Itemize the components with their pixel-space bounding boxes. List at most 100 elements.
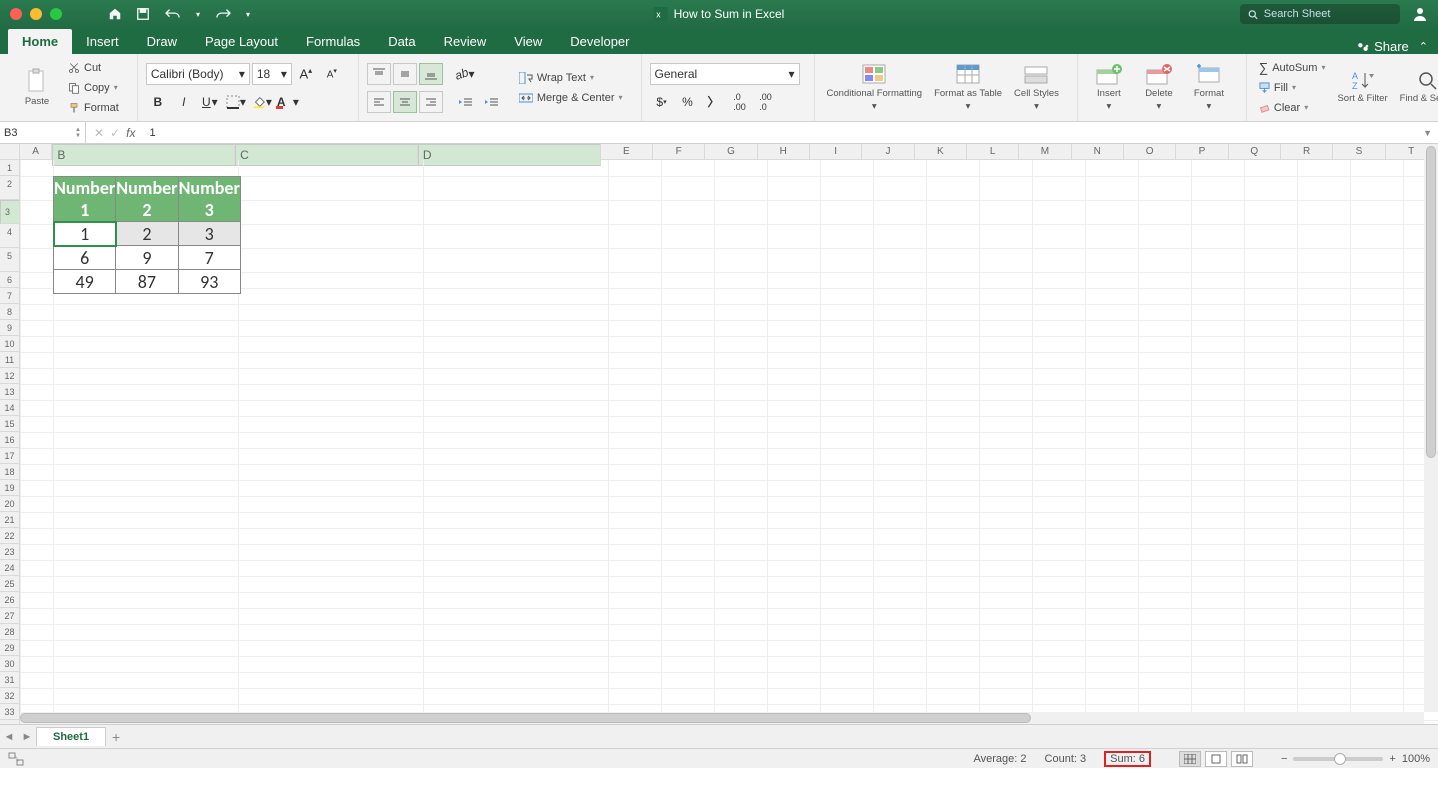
qat-customize-icon[interactable]: ▾	[246, 10, 250, 19]
zoom-in-button[interactable]: +	[1389, 753, 1395, 765]
column-header[interactable]: R	[1281, 144, 1333, 159]
data-cell[interactable]: 49	[54, 270, 116, 294]
row-header[interactable]: 10	[0, 336, 20, 352]
decrease-decimal-button[interactable]: .00.0	[754, 91, 778, 113]
zoom-window-icon[interactable]	[50, 8, 62, 20]
font-color-button[interactable]: A▾	[276, 91, 300, 113]
row-header[interactable]: 2	[0, 176, 20, 200]
table-header-cell[interactable]: Number 3	[178, 177, 240, 222]
column-header[interactable]: M	[1019, 144, 1071, 159]
row-header[interactable]: 31	[0, 672, 20, 688]
column-header[interactable]: L	[967, 144, 1019, 159]
data-cell[interactable]: 2	[116, 222, 178, 246]
data-cell[interactable]: 6	[54, 246, 116, 270]
font-size-select[interactable]: 18▾	[252, 63, 292, 85]
font-name-select[interactable]: Calibri (Body)▾	[146, 63, 250, 85]
column-header[interactable]: O	[1124, 144, 1176, 159]
format-painter-button[interactable]: Format	[64, 99, 123, 117]
cut-button[interactable]: Cut	[64, 59, 123, 77]
row-header[interactable]: 29	[0, 640, 20, 656]
clear-button[interactable]: Clear▾	[1255, 99, 1330, 117]
bold-button[interactable]: B	[146, 91, 170, 113]
sheet-tab[interactable]: Sheet1	[36, 727, 106, 746]
align-left-button[interactable]	[367, 91, 391, 113]
row-header[interactable]: 17	[0, 448, 20, 464]
page-break-button[interactable]	[1231, 751, 1253, 767]
column-header[interactable]: E	[601, 144, 653, 159]
zoom-level[interactable]: 100%	[1402, 753, 1430, 765]
ribbon-collapse-icon[interactable]: ⌃	[1419, 40, 1428, 53]
tab-formulas[interactable]: Formulas	[292, 29, 374, 54]
cancel-formula-icon[interactable]: ✕	[94, 126, 104, 140]
row-header[interactable]: 14	[0, 400, 20, 416]
save-icon[interactable]	[136, 7, 150, 21]
column-header[interactable]: K	[915, 144, 967, 159]
data-cell[interactable]: 3	[178, 222, 240, 246]
undo-icon[interactable]	[164, 7, 182, 21]
row-header[interactable]: 28	[0, 624, 20, 640]
column-header[interactable]: I	[810, 144, 862, 159]
comma-button[interactable]: 〉	[702, 91, 726, 113]
format-cells-button[interactable]: Format▾	[1186, 62, 1232, 114]
page-layout-button[interactable]	[1205, 751, 1227, 767]
end-mode-icon[interactable]	[8, 752, 24, 766]
row-header[interactable]: 32	[0, 688, 20, 704]
scroll-thumb[interactable]	[20, 713, 1031, 723]
row-header[interactable]: 16	[0, 432, 20, 448]
normal-view-button[interactable]	[1179, 751, 1201, 767]
column-header[interactable]: G	[705, 144, 757, 159]
row-header[interactable]: 34	[0, 720, 20, 724]
row-header[interactable]: 18	[0, 464, 20, 480]
decrease-font-button[interactable]: A▾	[320, 63, 344, 85]
column-header[interactable]: A	[20, 144, 53, 159]
row-header[interactable]: 27	[0, 608, 20, 624]
tab-data[interactable]: Data	[374, 29, 429, 54]
insert-cells-button[interactable]: Insert▾	[1086, 62, 1132, 114]
fx-icon[interactable]: fx	[126, 126, 135, 140]
minimize-window-icon[interactable]	[30, 8, 42, 20]
row-header[interactable]: 8	[0, 304, 20, 320]
row-header[interactable]: 20	[0, 496, 20, 512]
row-header[interactable]: 24	[0, 560, 20, 576]
user-icon[interactable]	[1412, 6, 1428, 22]
align-bottom-button[interactable]	[419, 63, 443, 85]
table-header-cell[interactable]: Number 1	[54, 177, 116, 222]
fill-button[interactable]: Fill▾	[1255, 79, 1330, 97]
tab-review[interactable]: Review	[430, 29, 501, 54]
undo-dropdown-icon[interactable]: ▾	[196, 10, 200, 19]
align-top-button[interactable]	[367, 63, 391, 85]
column-header[interactable]: F	[653, 144, 705, 159]
data-cell[interactable]: 1	[54, 222, 116, 246]
row-header[interactable]: 13	[0, 384, 20, 400]
align-center-button[interactable]	[393, 91, 417, 113]
redo-icon[interactable]	[214, 7, 232, 21]
italic-button[interactable]: I	[172, 91, 196, 113]
scroll-thumb[interactable]	[1426, 146, 1436, 458]
zoom-control[interactable]: − + 100%	[1281, 753, 1430, 765]
tab-nav-prev[interactable]: ◄	[0, 731, 18, 743]
name-box[interactable]: B3▲▼	[0, 122, 86, 143]
tab-developer[interactable]: Developer	[556, 29, 643, 54]
number-format-select[interactable]: General▾	[650, 63, 800, 85]
row-header[interactable]: 21	[0, 512, 20, 528]
row-header[interactable]: 19	[0, 480, 20, 496]
expand-formula-bar-icon[interactable]: ▼	[1417, 128, 1438, 138]
formula-input[interactable]: 1	[143, 127, 1417, 139]
data-cell[interactable]: 87	[116, 270, 178, 294]
row-header[interactable]: 23	[0, 544, 20, 560]
tab-view[interactable]: View	[500, 29, 556, 54]
merge-center-button[interactable]: Merge & Center▾	[515, 89, 627, 107]
row-header[interactable]: 5	[0, 248, 20, 272]
column-header[interactable]: P	[1176, 144, 1228, 159]
row-header[interactable]: 7	[0, 288, 20, 304]
row-header[interactable]: 22	[0, 528, 20, 544]
cell-styles-button[interactable]: Cell Styles▾	[1010, 61, 1063, 114]
vertical-scrollbar[interactable]	[1424, 144, 1438, 712]
table-header-cell[interactable]: Number 2	[116, 177, 178, 222]
align-middle-button[interactable]	[393, 63, 417, 85]
underline-button[interactable]: U▾	[198, 91, 222, 113]
column-header[interactable]: S	[1333, 144, 1385, 159]
tab-draw[interactable]: Draw	[133, 29, 191, 54]
data-cell[interactable]: 7	[178, 246, 240, 270]
home-icon[interactable]	[108, 7, 122, 21]
